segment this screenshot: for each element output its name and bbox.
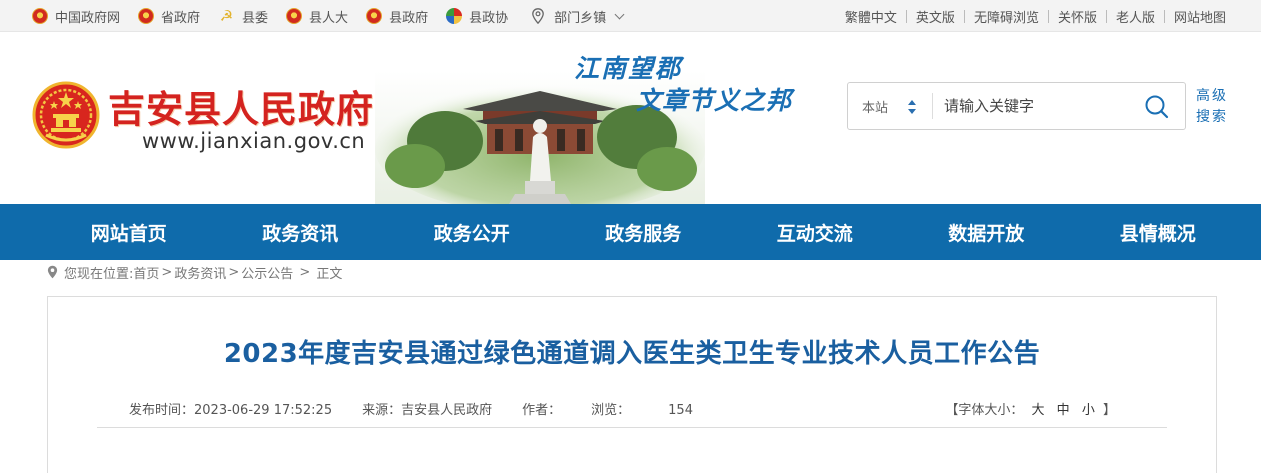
breadcrumb-news[interactable]: 政务资讯 — [174, 263, 226, 282]
font-size-large[interactable]: 大 — [1032, 403, 1045, 418]
nav-interaction[interactable]: 互动交流 — [729, 219, 901, 246]
link-county-cppcc[interactable]: 县政协 — [446, 7, 508, 26]
location-pin-icon — [532, 8, 544, 24]
sort-arrows-icon — [908, 100, 916, 114]
search-icon[interactable] — [1142, 92, 1172, 122]
divider — [932, 93, 933, 119]
link-county-party[interactable]: ☭ 县委 — [218, 7, 268, 26]
link-label: 县人大 — [309, 10, 349, 26]
article-meta: 发布时间：2023-06-29 17:52:25 来源：吉安县人民政府 作者： … — [129, 399, 723, 418]
national-emblem-icon — [32, 8, 48, 24]
link-traditional-chinese[interactable]: 繁體中文 — [836, 7, 906, 26]
views: 浏览： 154 — [591, 399, 693, 418]
main-nav: 网站首页 政务资讯 政务公开 政务服务 互动交流 数据开放 县情概况 — [0, 204, 1261, 260]
version-links: 繁體中文 英文版 无障碍浏览 关怀版 老人版 网站地图 — [836, 0, 1235, 32]
link-english[interactable]: 英文版 — [907, 7, 964, 26]
party-emblem-icon: ☭ — [219, 6, 234, 25]
font-size-control: 【字体大小： 大 中 小 】 — [945, 399, 1116, 418]
breadcrumb-notices[interactable]: 公示公告 — [241, 263, 293, 282]
font-size-medium[interactable]: 中 — [1057, 403, 1070, 418]
link-label: 县政协 — [469, 10, 509, 26]
cppcc-emblem-icon — [446, 8, 463, 24]
link-county-gov[interactable]: 县政府 — [366, 7, 428, 26]
link-label: 中国政府网 — [55, 10, 121, 26]
link-care-version[interactable]: 关怀版 — [1049, 7, 1106, 26]
breadcrumb-separator: > — [161, 264, 173, 280]
breadcrumb: 您现在位置: 首页 > 政务资讯 > 公示公告 > 正文 — [47, 262, 342, 282]
search-scope-select[interactable]: 本站 — [848, 83, 932, 129]
top-utility-bar: 中国政府网 省政府 ☭ 县委 县人大 县政府 县政协 部门乡镇 繁體中文 英文版… — [0, 0, 1261, 32]
link-elderly-version[interactable]: 老人版 — [1107, 7, 1164, 26]
national-emblem-logo-icon[interactable] — [32, 81, 100, 149]
nav-news[interactable]: 政务资讯 — [215, 219, 387, 246]
publish-time: 发布时间：2023-06-29 17:52:25 — [129, 399, 332, 418]
search-box: 本站 — [847, 82, 1186, 130]
link-sitemap[interactable]: 网站地图 — [1165, 7, 1235, 26]
divider — [97, 427, 1167, 428]
slogan-line-2: 文章节义之邦 — [636, 86, 793, 115]
chevron-down-icon — [614, 9, 625, 19]
source-value: 吉安县人民政府 — [401, 403, 493, 418]
publish-value: 2023-06-29 17:52:25 — [194, 403, 333, 418]
publish-label: 发布时间： — [129, 403, 195, 418]
font-size-label: 【字体大小： — [945, 403, 1024, 418]
breadcrumb-separator: > — [295, 264, 315, 280]
link-label: 县政府 — [389, 10, 429, 26]
link-county-congress[interactable]: 县人大 — [286, 7, 348, 26]
nav-open-data[interactable]: 数据开放 — [901, 219, 1073, 246]
slogan-line-1: 江南望郡 — [574, 54, 683, 83]
related-sites-links: 中国政府网 省政府 ☭ 县委 县人大 县政府 县政协 部门乡镇 — [32, 0, 641, 32]
national-emblem-icon — [286, 8, 303, 24]
article-title: 2023年度吉安县通过绿色通道调入医生类卫生专业技术人员工作公告 — [223, 339, 1041, 369]
national-emblem-icon — [366, 8, 383, 24]
nav-services[interactable]: 政务服务 — [558, 219, 730, 246]
nav-open-gov[interactable]: 政务公开 — [386, 219, 558, 246]
views-value: 154 — [668, 403, 693, 418]
site-title[interactable]: 吉安县人民政府 — [108, 79, 374, 133]
search-scope-label: 本站 — [862, 100, 889, 116]
breadcrumb-separator: > — [228, 264, 240, 280]
font-size-small[interactable]: 小 — [1082, 403, 1095, 418]
site-header: 吉安县人民政府 www.jianxian.gov.cn 江南望郡 文章节义之邦 … — [0, 33, 1261, 204]
author-label: 作者： — [522, 403, 562, 418]
font-size-close: 】 — [1102, 403, 1116, 418]
location-pin-icon — [47, 265, 58, 279]
search-input[interactable] — [944, 91, 1134, 121]
breadcrumb-current: 正文 — [316, 266, 343, 282]
dept-dropdown-label: 部门乡镇 — [554, 10, 607, 26]
nav-home[interactable]: 网站首页 — [43, 219, 215, 246]
breadcrumb-prefix: 您现在位置: — [64, 266, 134, 282]
source: 来源：吉安县人民政府 — [362, 399, 492, 418]
link-label: 县委 — [242, 10, 269, 26]
breadcrumb-home[interactable]: 首页 — [133, 263, 159, 282]
views-label: 浏览： — [591, 403, 631, 418]
link-china-gov[interactable]: 中国政府网 — [32, 7, 120, 26]
source-label: 来源： — [362, 403, 402, 418]
link-province-gov[interactable]: 省政府 — [138, 7, 200, 26]
article-panel: 2023年度吉安县通过绿色通道调入医生类卫生专业技术人员工作公告 发布时间：20… — [47, 296, 1217, 473]
nav-county-profile[interactable]: 县情概况 — [1072, 219, 1244, 246]
advanced-search-link[interactable]: 高级搜索 — [1196, 86, 1232, 128]
national-emblem-icon — [138, 8, 155, 24]
link-accessibility[interactable]: 无障碍浏览 — [965, 7, 1048, 26]
dept-town-dropdown[interactable]: 部门乡镇 — [526, 7, 625, 26]
link-label: 省政府 — [161, 10, 201, 26]
author: 作者： — [522, 399, 561, 418]
site-url: www.jianxian.gov.cn — [142, 129, 366, 153]
